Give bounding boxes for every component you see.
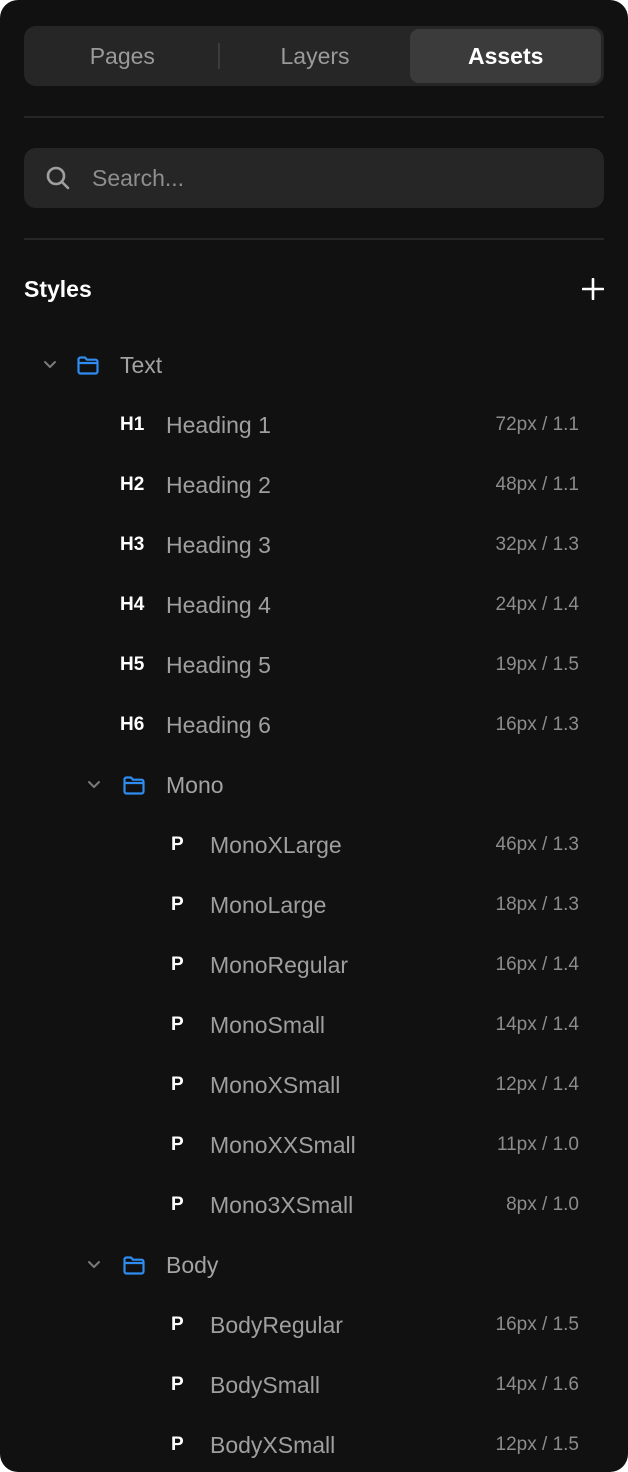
style-tag: P	[171, 1074, 184, 1095]
style-tag: H3	[120, 534, 145, 555]
style-meta: 48px / 1.1	[495, 474, 579, 495]
styles-title: Styles	[24, 275, 92, 302]
style-tag: P	[171, 1374, 184, 1395]
style-row[interactable]: H3 Heading 3 32px / 1.3	[0, 515, 628, 575]
panel-tabs: Pages Layers Assets	[24, 26, 604, 86]
style-meta: 12px / 1.4	[495, 1074, 579, 1095]
style-row[interactable]: P MonoXSmall 12px / 1.4	[0, 1055, 628, 1115]
style-tag: P	[171, 1014, 184, 1035]
style-meta: 16px / 1.4	[495, 954, 579, 975]
chevron-down-icon[interactable]	[85, 776, 103, 794]
folder-label: Body	[166, 1252, 219, 1278]
search-box[interactable]	[24, 148, 604, 208]
style-tag: P	[171, 894, 184, 915]
style-tag: P	[171, 1314, 184, 1335]
style-name: Heading 5	[166, 652, 271, 678]
style-name: BodyRegular	[210, 1312, 343, 1338]
style-row[interactable]: P MonoSmall 14px / 1.4	[0, 995, 628, 1055]
divider	[24, 238, 604, 240]
style-tag: H4	[120, 594, 145, 615]
style-name: MonoXSmall	[210, 1072, 341, 1098]
tab-layers[interactable]: Layers	[220, 29, 411, 83]
style-tag: P	[171, 834, 184, 855]
style-meta: 46px / 1.3	[495, 834, 579, 855]
search-icon	[44, 164, 72, 192]
style-tag: P	[171, 1434, 184, 1455]
style-row[interactable]: H4 Heading 4 24px / 1.4	[0, 575, 628, 635]
style-row[interactable]: H6 Heading 6 16px / 1.3	[0, 695, 628, 755]
tab-assets[interactable]: Assets	[410, 29, 602, 83]
style-name: Heading 1	[166, 412, 271, 438]
style-row[interactable]: H1 Heading 1 72px / 1.1	[0, 395, 628, 455]
style-tag: P	[171, 954, 184, 975]
style-name: BodySmall	[210, 1372, 320, 1398]
divider	[24, 116, 604, 118]
style-name: MonoLarge	[210, 892, 327, 918]
style-row[interactable]: P BodyXSmall 12px / 1.5	[0, 1415, 628, 1472]
chevron-down-icon[interactable]	[41, 356, 59, 374]
tab-pages[interactable]: Pages	[27, 29, 218, 83]
style-meta: 72px / 1.1	[495, 414, 579, 435]
folder-icon	[123, 1256, 145, 1275]
folder-row-body[interactable]: Body	[0, 1235, 628, 1295]
style-row[interactable]: P Mono3XSmall 8px / 1.0	[0, 1175, 628, 1235]
style-row[interactable]: H2 Heading 2 48px / 1.1	[0, 455, 628, 515]
folder-icon	[77, 356, 99, 375]
style-row[interactable]: P BodyRegular 16px / 1.5	[0, 1295, 628, 1355]
style-name: MonoSmall	[210, 1012, 326, 1038]
style-meta: 12px / 1.5	[495, 1434, 579, 1455]
style-row[interactable]: P MonoXLarge 46px / 1.3	[0, 815, 628, 875]
assets-panel: Pages Layers Assets Styles	[0, 0, 628, 1472]
style-tag: H1	[120, 414, 145, 435]
styles-tree: Text H1 Heading 1 72px / 1.1 H2 Heading …	[0, 335, 628, 1472]
style-meta: 14px / 1.6	[495, 1374, 579, 1395]
style-meta: 11px / 1.0	[496, 1134, 579, 1155]
style-row[interactable]: H5 Heading 5 19px / 1.5	[0, 635, 628, 695]
style-name: Heading 3	[166, 532, 271, 558]
style-tag: H5	[120, 654, 145, 675]
style-name: Mono3XSmall	[210, 1192, 354, 1218]
style-name: Heading 2	[166, 472, 271, 498]
style-row[interactable]: P MonoLarge 18px / 1.3	[0, 875, 628, 935]
style-meta: 32px / 1.3	[495, 534, 579, 555]
style-name: BodyXSmall	[210, 1432, 336, 1458]
search-input[interactable]	[90, 163, 554, 193]
style-name: MonoXLarge	[210, 832, 342, 858]
style-tag: H2	[120, 474, 145, 495]
folder-icon	[123, 776, 145, 795]
style-tag: P	[171, 1194, 184, 1215]
style-row[interactable]: P MonoRegular 16px / 1.4	[0, 935, 628, 995]
style-meta: 16px / 1.5	[495, 1314, 579, 1335]
plus-icon[interactable]	[578, 274, 608, 304]
folder-label: Mono	[166, 772, 224, 798]
style-meta: 19px / 1.5	[495, 654, 579, 675]
style-name: Heading 6	[166, 712, 271, 738]
style-row[interactable]: P MonoXXSmall 11px / 1.0	[0, 1115, 628, 1175]
style-meta: 18px / 1.3	[495, 894, 579, 915]
folder-label: Text	[120, 352, 163, 378]
style-name: Heading 4	[166, 592, 271, 618]
style-name: MonoXXSmall	[210, 1132, 356, 1158]
chevron-down-icon[interactable]	[85, 1256, 103, 1274]
style-tag: P	[171, 1134, 184, 1155]
style-row[interactable]: P BodySmall 14px / 1.6	[0, 1355, 628, 1415]
style-name: MonoRegular	[210, 952, 349, 978]
folder-row-mono[interactable]: Mono	[0, 755, 628, 815]
style-tag: H6	[120, 714, 145, 735]
styles-header: Styles	[24, 266, 604, 312]
folder-row-text[interactable]: Text	[0, 335, 628, 395]
style-meta: 16px / 1.3	[495, 714, 579, 735]
style-meta: 8px / 1.0	[506, 1194, 579, 1215]
style-meta: 24px / 1.4	[495, 594, 579, 615]
style-meta: 14px / 1.4	[495, 1014, 579, 1035]
